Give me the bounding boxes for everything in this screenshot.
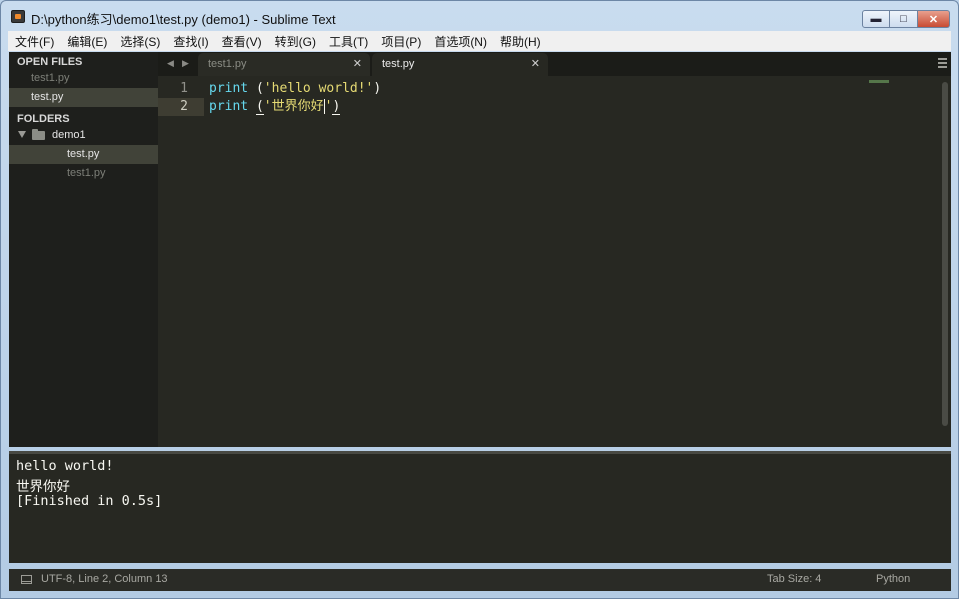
string-token: '世界你好: [263, 99, 324, 114]
cursor-position-status: UTF-8, Line 2, Column 13: [41, 573, 168, 585]
close-icon: ✕: [928, 13, 939, 26]
menu-file[interactable]: 文件(F): [8, 33, 60, 50]
punct-token: (: [248, 81, 264, 96]
menu-view[interactable]: 查看(V): [215, 33, 268, 50]
minimize-icon: ▬: [870, 13, 882, 25]
code-line-2[interactable]: print ('世界你好'): [209, 98, 381, 116]
tab-next-icon[interactable]: ▶: [182, 58, 189, 69]
close-button[interactable]: ✕: [918, 10, 950, 28]
folder-file-item-selected[interactable]: test.py: [9, 145, 158, 164]
build-output-panel[interactable]: hello world! 世界你好 [Finished in 0.5s]: [9, 451, 951, 563]
tab-label: test1.py: [208, 58, 247, 70]
sidebar: OPEN FILES test1.py test.py FOLDERS demo…: [9, 52, 158, 447]
syntax-status[interactable]: Python: [876, 573, 910, 585]
matched-bracket-open: (: [255, 99, 264, 115]
app-window: D:\python练习\demo1\test.py (demo1) - Subl…: [0, 0, 959, 599]
folder-file-label: test.py: [67, 148, 100, 160]
output-line: hello world!: [16, 458, 114, 474]
menu-goto[interactable]: 转到(G): [268, 33, 322, 50]
output-line: [Finished in 0.5s]: [16, 493, 163, 509]
open-files-heading: OPEN FILES: [17, 56, 83, 68]
folder-file-label: test1.py: [67, 167, 106, 179]
tab-overflow-menu-icon[interactable]: [938, 58, 947, 68]
code-lines[interactable]: print ('hello world!') print ('世界你好'): [209, 80, 381, 116]
minimize-button[interactable]: ▬: [862, 10, 890, 28]
code-line-1[interactable]: print ('hello world!'): [209, 80, 381, 98]
open-file-item[interactable]: test1.py: [9, 69, 158, 88]
folder-item-demo1[interactable]: demo1: [9, 126, 158, 145]
main-area: OPEN FILES test1.py test.py FOLDERS demo…: [9, 52, 951, 447]
folder-open-icon: [32, 129, 45, 140]
folders-heading: FOLDERS: [17, 113, 70, 125]
disclosure-triangle-icon[interactable]: [18, 131, 26, 138]
sublime-app-icon[interactable]: [11, 10, 25, 23]
folder-label: demo1: [52, 129, 86, 141]
panel-toggle-icon[interactable]: [21, 575, 32, 584]
menu-tools[interactable]: 工具(T): [322, 33, 374, 50]
tab-size-status[interactable]: Tab Size: 4: [767, 573, 821, 585]
keyword-token: print: [209, 81, 249, 96]
line-number-current: 2: [158, 98, 204, 116]
folder-file-item[interactable]: test1.py: [9, 164, 158, 183]
line-number-gutter: 1 2: [158, 80, 204, 116]
maximize-icon: □: [900, 13, 907, 25]
tab-bar: ◀ ▶ test1.py ✕ test.py ✕: [158, 52, 951, 76]
maximize-button[interactable]: □: [890, 10, 918, 28]
string-token: 'hello world!': [263, 81, 374, 96]
menu-bar: 文件(F) 编辑(E) 选择(S) 查找(I) 查看(V) 转到(G) 工具(T…: [8, 31, 951, 51]
tab-close-icon[interactable]: ✕: [353, 57, 362, 70]
menu-preferences[interactable]: 首选项(N): [427, 33, 493, 50]
tab-test-active[interactable]: test.py ✕: [372, 53, 548, 76]
code-editor[interactable]: 1 2 print ('hello world!') print ('世界你好'…: [158, 76, 951, 447]
tab-prev-icon[interactable]: ◀: [167, 58, 174, 69]
menu-project[interactable]: 项目(P): [374, 33, 427, 50]
vertical-scrollbar[interactable]: [942, 82, 948, 426]
punct-token: ): [373, 81, 382, 96]
output-line: 世界你好: [16, 479, 70, 495]
menu-edit[interactable]: 编辑(E): [60, 33, 113, 50]
window-controls: ▬ □ ✕: [862, 10, 950, 28]
minimap[interactable]: [869, 80, 889, 83]
status-bar: UTF-8, Line 2, Column 13 Tab Size: 4 Pyt…: [9, 569, 951, 591]
tab-close-icon[interactable]: ✕: [531, 57, 540, 70]
window-title: D:\python练习\demo1\test.py (demo1) - Subl…: [31, 12, 336, 27]
line-number: 1: [180, 81, 188, 96]
menu-find[interactable]: 查找(I): [166, 33, 214, 50]
menu-selection[interactable]: 选择(S): [113, 33, 166, 50]
tab-test1[interactable]: test1.py ✕: [198, 53, 370, 76]
open-file-label: test1.py: [31, 72, 70, 84]
title-bar: D:\python练习\demo1\test.py (demo1) - Subl…: [1, 1, 958, 31]
matched-bracket-close: ): [332, 99, 341, 115]
open-file-item-selected[interactable]: test.py: [9, 88, 158, 107]
keyword-token: print: [209, 99, 249, 114]
tab-label: test.py: [382, 58, 415, 70]
menu-help[interactable]: 帮助(H): [493, 33, 547, 50]
open-file-label: test.py: [31, 91, 64, 103]
